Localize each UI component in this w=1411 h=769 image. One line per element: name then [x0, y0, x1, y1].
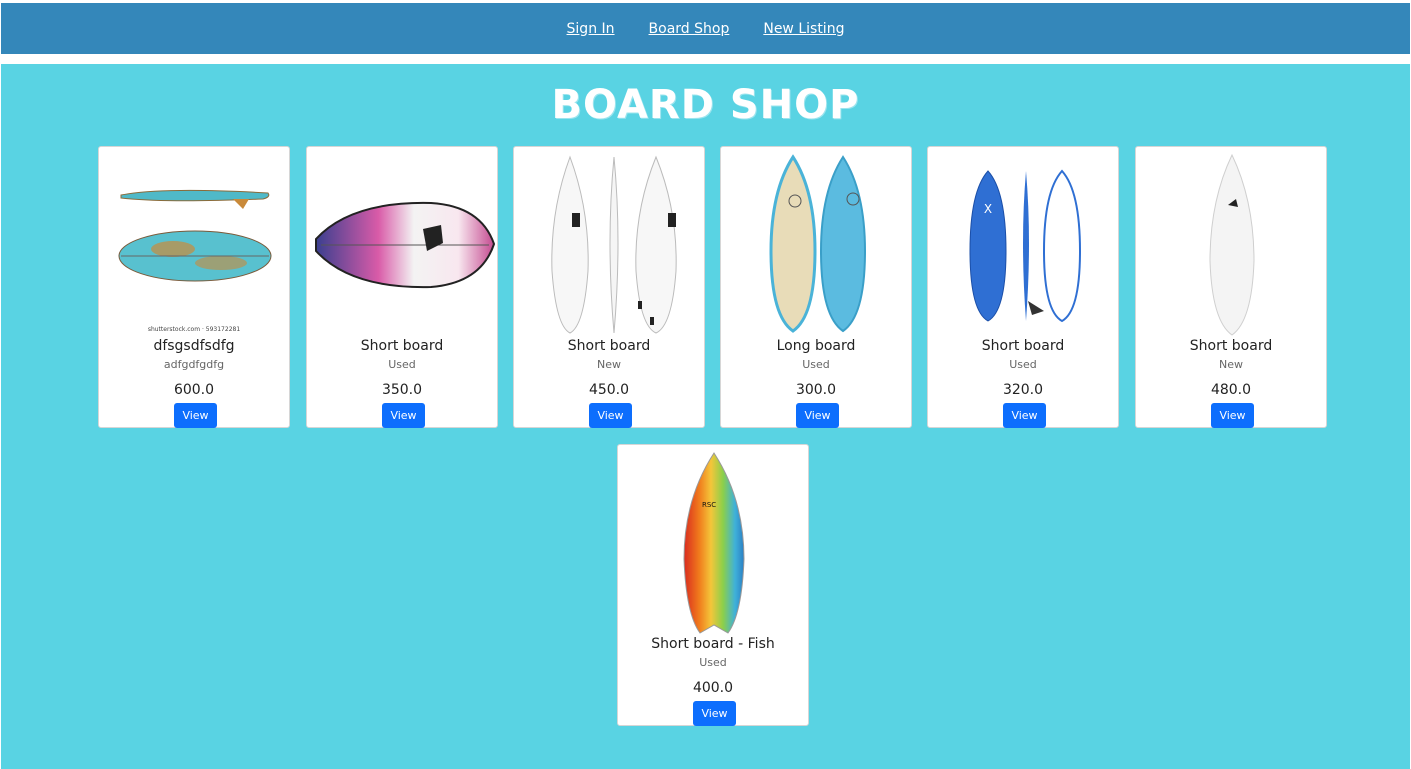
view-button[interactable]: View	[174, 403, 217, 428]
listing-price: 300.0	[795, 382, 837, 398]
listing-condition: Used	[388, 358, 416, 371]
board-image: RSC	[622, 449, 806, 635]
view-button[interactable]: View	[693, 701, 736, 726]
listing-price: 450.0	[588, 382, 630, 398]
listing-card: Short board New 450.0 View	[513, 146, 705, 428]
listing-price: 350.0	[381, 382, 423, 398]
view-button[interactable]: View	[1211, 403, 1254, 428]
nav-new-listing-link[interactable]: New Listing	[763, 21, 844, 37]
view-button[interactable]: View	[382, 403, 425, 428]
nav-board-shop-link[interactable]: Board Shop	[649, 21, 730, 37]
listing-price: 320.0	[1002, 382, 1044, 398]
listing-title: Short board	[360, 338, 444, 354]
view-button[interactable]: View	[1003, 403, 1046, 428]
board-image	[1140, 151, 1324, 337]
page-title: BOARD SHOP	[551, 82, 860, 128]
main-content: BOARD SHOP shutterstock.com · 593172281 …	[1, 64, 1410, 769]
board-image	[518, 151, 702, 337]
listing-price: 480.0	[1210, 382, 1252, 398]
listing-condition: adfgdfgdfg	[163, 358, 225, 371]
listing-title: dfsgsdfsdfg	[153, 338, 235, 354]
listing-title: Short board	[981, 338, 1065, 354]
listing-card: Short board Used 350.0 View	[306, 146, 498, 428]
listing-condition: Used	[699, 656, 727, 669]
svg-text:X: X	[984, 202, 992, 216]
board-image: X	[932, 151, 1116, 337]
listing-title: Short board	[567, 338, 651, 354]
board-image	[725, 151, 909, 337]
listing-card: Long board Used 300.0 View	[720, 146, 912, 428]
listing-condition: New	[1219, 358, 1243, 371]
listing-condition: Used	[1009, 358, 1037, 371]
board-image	[103, 151, 287, 337]
listing-card: shutterstock.com · 593172281 dfsgsdfsdfg…	[98, 146, 290, 428]
listing-title: Short board - Fish	[651, 636, 775, 652]
listing-condition: Used	[802, 358, 830, 371]
listing-price: 400.0	[692, 680, 734, 696]
top-navbar: Sign In Board Shop New Listing	[1, 3, 1410, 54]
listing-title: Long board	[776, 338, 856, 354]
svg-text:RSC: RSC	[702, 501, 716, 509]
listing-title: Short board	[1189, 338, 1273, 354]
listing-card: Short board New 480.0 View	[1135, 146, 1327, 428]
listing-card: X Short board Used 320.0 View	[927, 146, 1119, 428]
board-image	[311, 151, 495, 337]
listing-card: RSC Short board - Fish Used 400.0 View	[617, 444, 809, 726]
nav-sign-in-link[interactable]: Sign In	[567, 21, 615, 37]
view-button[interactable]: View	[796, 403, 839, 428]
listing-condition: New	[597, 358, 621, 371]
listing-price: 600.0	[173, 382, 215, 398]
view-button[interactable]: View	[589, 403, 632, 428]
image-watermark: shutterstock.com · 593172281	[147, 326, 241, 333]
